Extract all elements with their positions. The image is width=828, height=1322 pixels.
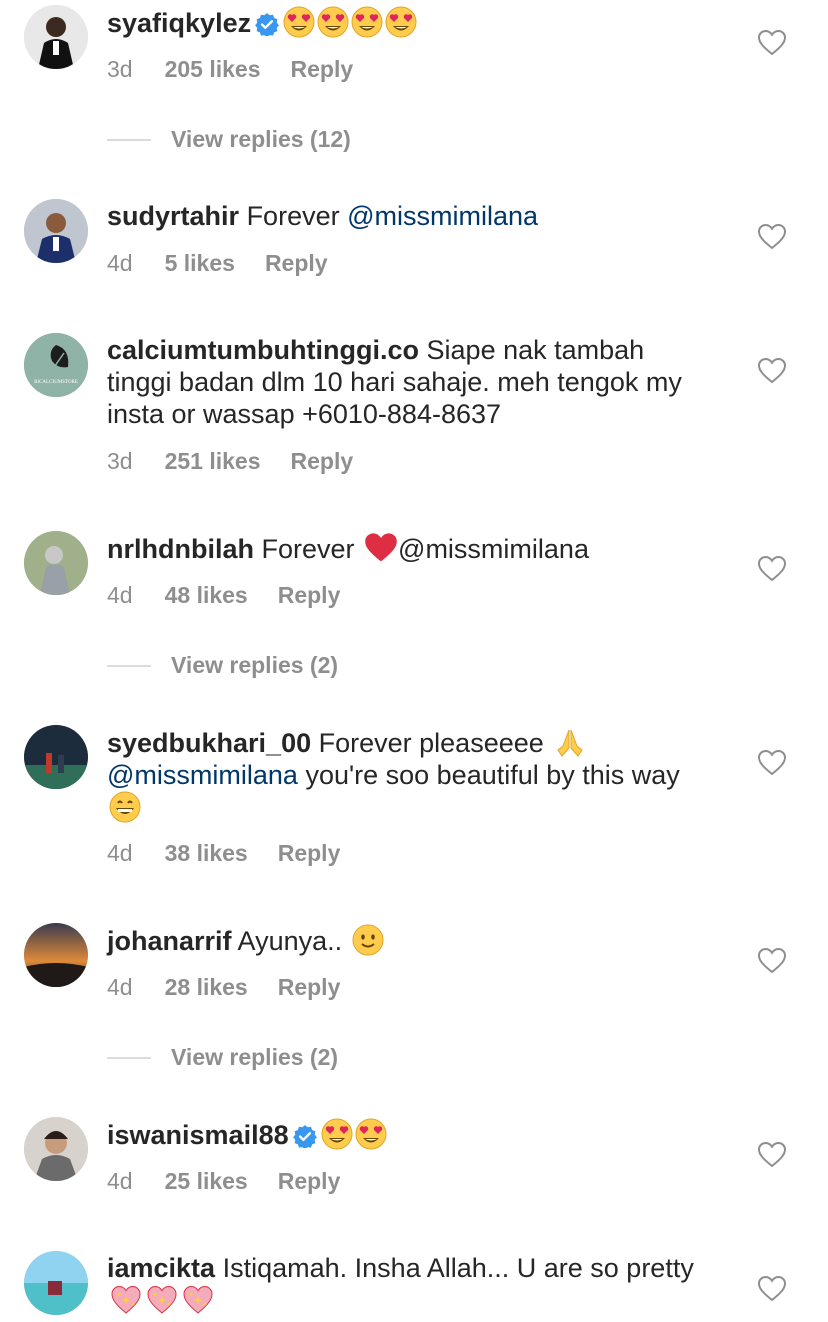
comment-time: 3d	[107, 56, 133, 82]
comment-text: johanarrif Ayunya..	[107, 924, 697, 957]
grinning-face-emoji-icon	[109, 791, 141, 823]
sparkling-heart-emoji-icon	[183, 1286, 213, 1314]
reply-button[interactable]: Reply	[278, 974, 341, 1000]
like-heart-icon[interactable]	[758, 948, 786, 974]
avatar[interactable]	[24, 923, 88, 987]
likes-count[interactable]: 48 likes	[165, 582, 248, 608]
avatar[interactable]	[24, 1117, 88, 1181]
comment-time: 4d	[107, 1168, 133, 1194]
comment-meta: 3d 205 likes Reply	[107, 55, 383, 83]
mention-link[interactable]: @missmimilana	[347, 201, 538, 231]
slightly-smiling-face-emoji-icon	[352, 924, 384, 956]
view-replies-button[interactable]: View replies (2)	[107, 1044, 338, 1071]
comment-body: Istiqamah. Insha Allah... U are so prett…	[222, 1253, 694, 1283]
username[interactable]: iamcikta	[107, 1253, 215, 1283]
likes-count[interactable]: 38 likes	[165, 840, 248, 866]
avatar[interactable]	[24, 725, 88, 789]
comment-body-continued: you're soo beautiful by this way	[297, 760, 680, 790]
comment-meta: 4d 5 likes Reply	[107, 249, 358, 277]
comment-text: syafiqkylez	[107, 6, 697, 39]
comment-time: 4d	[107, 582, 133, 608]
comment-time: 4d	[107, 974, 133, 1000]
comment-text: iamcikta Istiqamah. Insha Allah... U are…	[107, 1252, 697, 1317]
reply-button[interactable]: Reply	[291, 56, 354, 82]
heart-eyes-emoji-icon	[355, 1118, 387, 1150]
like-heart-icon[interactable]	[758, 556, 786, 582]
username[interactable]: nrlhdnbilah	[107, 534, 254, 564]
sparkling-heart-emoji-icon	[111, 1286, 141, 1314]
reply-button[interactable]: Reply	[278, 582, 341, 608]
comment-text: iswanismail88	[107, 1118, 697, 1151]
avatar[interactable]	[24, 5, 88, 69]
likes-count[interactable]: 25 likes	[165, 1168, 248, 1194]
comment-text: calciumtumbuhtinggi.co Siape nak tambah …	[107, 334, 697, 430]
avatar[interactable]	[24, 1251, 88, 1315]
view-replies-button[interactable]: View replies (2)	[107, 652, 338, 679]
username[interactable]: iswanismail88	[107, 1120, 289, 1150]
comment-time: 4d	[107, 840, 133, 866]
avatar-logo-text: BICALCIUMSTORE	[34, 380, 78, 385]
heart-eyes-emoji-icon	[385, 6, 417, 38]
comment-text: nrlhdnbilah Forever @missmimilana	[107, 532, 697, 565]
username[interactable]: sudyrtahir	[107, 201, 239, 231]
heart-eyes-emoji-icon	[283, 6, 315, 38]
comment-text: sudyrtahir Forever @missmimilana	[107, 200, 697, 232]
mention-link[interactable]: @missmimilana	[107, 760, 298, 790]
red-heart-emoji-icon	[365, 533, 397, 562]
divider-line	[107, 1056, 151, 1059]
comment-meta: 3d 251 likes Reply	[107, 447, 383, 475]
reply-button[interactable]: Reply	[278, 1168, 341, 1194]
reply-button[interactable]: Reply	[278, 840, 341, 866]
view-replies-label[interactable]: View replies (2)	[171, 652, 338, 679]
likes-count[interactable]: 28 likes	[165, 974, 248, 1000]
view-replies-label[interactable]: View replies (12)	[171, 126, 351, 153]
likes-count[interactable]: 5 likes	[165, 250, 235, 276]
comment-meta: 4d 28 likes Reply	[107, 973, 370, 1001]
verified-badge-icon	[255, 12, 280, 36]
like-heart-icon[interactable]	[758, 224, 786, 250]
divider-line	[107, 664, 151, 667]
avatar[interactable]: BICALCIUMSTORE	[24, 333, 88, 397]
view-replies-label[interactable]: View replies (2)	[171, 1044, 338, 1071]
comment-time: 3d	[107, 448, 133, 474]
mention-link[interactable]: @missmimilana	[398, 534, 589, 564]
username[interactable]: syafiqkylez	[107, 8, 251, 38]
verified-badge-icon	[292, 1124, 317, 1148]
folded-hands-emoji-icon	[557, 729, 583, 757]
username[interactable]: calciumtumbuhtinggi.co	[107, 335, 419, 365]
like-heart-icon[interactable]	[758, 358, 786, 384]
sparkling-heart-emoji-icon	[147, 1286, 177, 1314]
heart-eyes-emoji-icon	[351, 6, 383, 38]
comment-body: Forever pleaseeee	[318, 728, 552, 758]
comment-meta: 4d 48 likes Reply	[107, 581, 370, 609]
username[interactable]: johanarrif	[107, 926, 232, 956]
divider-line	[107, 138, 151, 141]
heart-eyes-emoji-icon	[321, 1118, 353, 1150]
likes-count[interactable]: 205 likes	[165, 56, 261, 82]
view-replies-button[interactable]: View replies (12)	[107, 126, 351, 153]
comment-meta: 4d 38 likes Reply	[107, 839, 370, 867]
like-heart-icon[interactable]	[758, 750, 786, 776]
reply-button[interactable]: Reply	[265, 250, 328, 276]
comment-meta: 4d 25 likes Reply	[107, 1167, 370, 1195]
avatar[interactable]	[24, 531, 88, 595]
like-heart-icon[interactable]	[758, 1276, 786, 1302]
comment-body: Forever	[261, 534, 363, 564]
heart-eyes-emoji-icon	[317, 6, 349, 38]
like-heart-icon[interactable]	[758, 30, 786, 56]
comment-time: 4d	[107, 250, 133, 276]
comment-body: Forever	[246, 201, 348, 231]
reply-button[interactable]: Reply	[291, 448, 354, 474]
comment-body: Ayunya..	[237, 926, 350, 956]
avatar[interactable]	[24, 199, 88, 263]
likes-count[interactable]: 251 likes	[165, 448, 261, 474]
like-heart-icon[interactable]	[758, 1142, 786, 1168]
comment-text: syedbukhari_00 Forever pleaseeee @missmi…	[107, 726, 697, 824]
username[interactable]: syedbukhari_00	[107, 728, 311, 758]
